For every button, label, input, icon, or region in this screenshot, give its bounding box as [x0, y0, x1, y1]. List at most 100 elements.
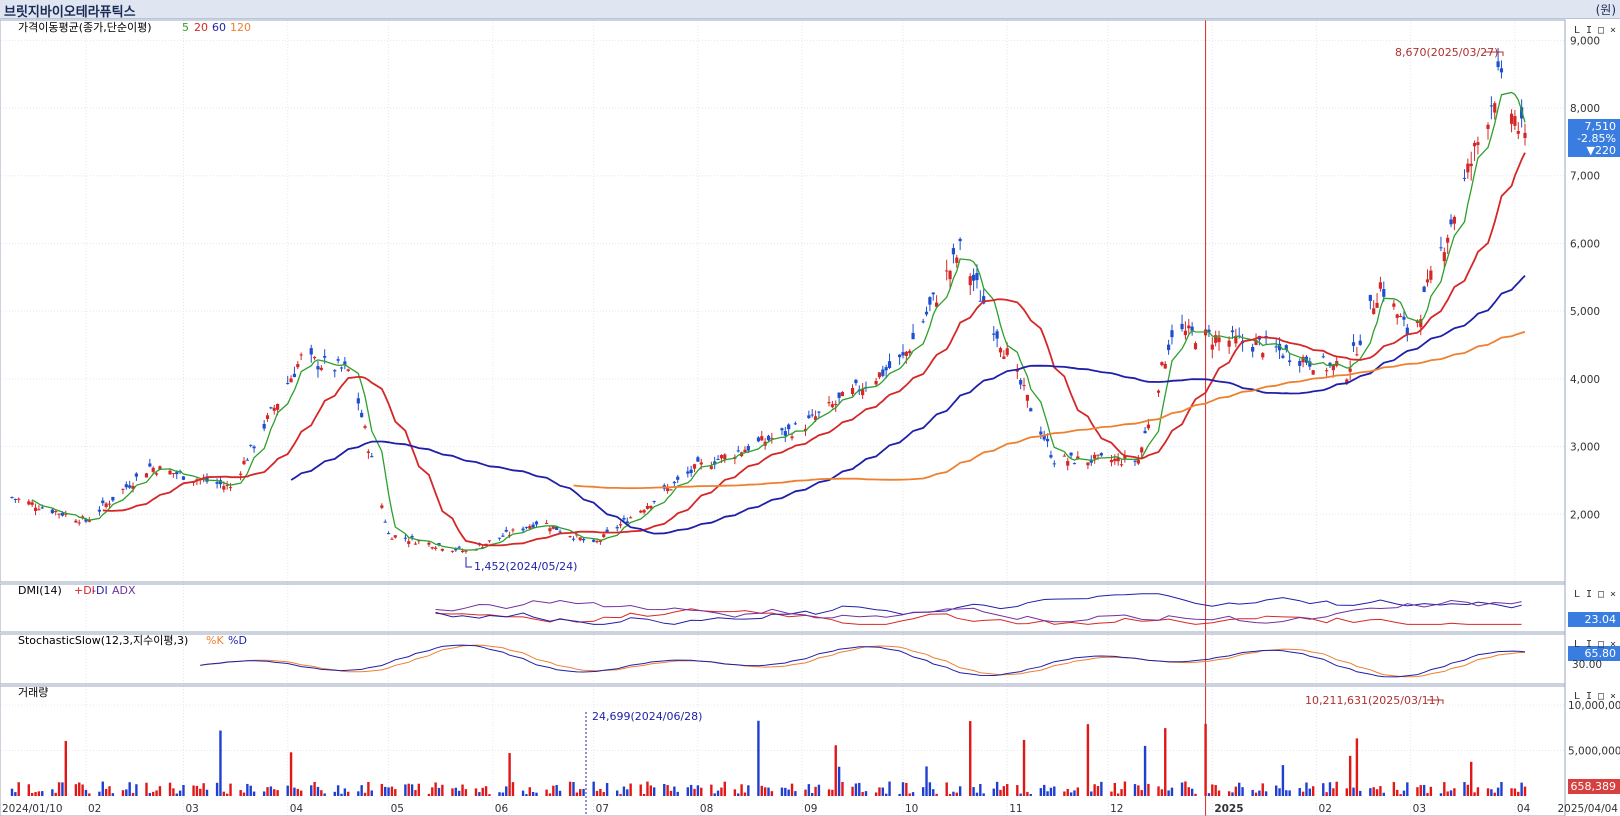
candle-body [1183, 330, 1188, 336]
panel-control-1[interactable]: I [1586, 25, 1592, 36]
volume-bar [1231, 792, 1234, 796]
candle-body [222, 486, 226, 490]
panel-control-0[interactable]: L [1574, 639, 1580, 650]
volume-bar [837, 766, 841, 796]
panel-control-3[interactable]: × [1610, 639, 1616, 650]
candle-body [1311, 370, 1315, 375]
candle-body [877, 372, 882, 378]
panel-control-1[interactable]: I [1586, 639, 1592, 650]
volume-bar [434, 782, 437, 796]
volume-min-annotation: 24,699(2024/06/28) [592, 710, 702, 723]
volume-bar [1288, 790, 1291, 796]
panel-control-0[interactable]: L [1574, 25, 1580, 36]
candle-body [440, 548, 444, 551]
candle-body [743, 449, 747, 453]
price-tick-label: 7,000 [1570, 171, 1600, 183]
candle-body [998, 348, 1003, 353]
candle-body [383, 521, 387, 523]
volume-bar [131, 792, 135, 796]
volume-bar [488, 794, 491, 796]
candle-body [618, 524, 623, 526]
volume-bar [51, 789, 54, 796]
volume-bar [464, 789, 468, 796]
volume-bar [363, 792, 367, 796]
candle-body [615, 527, 619, 529]
volume-bar [521, 790, 525, 796]
dmi-minus-legend: -DI [92, 584, 108, 597]
volume-bar [1264, 791, 1268, 796]
stock-chart[interactable]: 2,000 3,000 4,000 5,000 6,000 7,000 8,000 9,000… [0, 0, 1620, 816]
candle-body [124, 484, 128, 488]
volume-bar [81, 784, 84, 796]
candle-body [699, 462, 703, 465]
volume-bar [1392, 782, 1396, 796]
volume-bar [622, 786, 626, 796]
volume-bar [1116, 793, 1120, 796]
volume-bar [1328, 782, 1332, 796]
candle-body [393, 535, 397, 538]
candle-body [807, 415, 811, 419]
volume-bar [508, 753, 511, 796]
candle-body [1493, 103, 1497, 113]
candle-body [228, 487, 233, 489]
candle-body [457, 546, 461, 548]
candle-body [1049, 455, 1053, 458]
candle-body [272, 407, 276, 411]
candle-body [719, 455, 724, 459]
volume-bar [178, 790, 182, 796]
volume-bar [525, 794, 528, 796]
candle-body [346, 369, 350, 371]
candle-body [1227, 340, 1231, 347]
volume-bar [908, 793, 911, 796]
candle-body [978, 300, 982, 302]
volume-bar [1184, 781, 1187, 796]
panel-control-1[interactable]: I [1586, 691, 1592, 702]
candle-body [1446, 237, 1450, 243]
volume-bar [172, 788, 175, 796]
panel-control-0[interactable]: L [1574, 589, 1580, 600]
volume-bar [1234, 786, 1238, 796]
volume-bar [135, 784, 138, 796]
volume-bar [1419, 785, 1422, 796]
candle-body [1170, 330, 1174, 338]
candle-body [1355, 354, 1359, 356]
volume-bar [474, 788, 478, 796]
candle-body [948, 270, 952, 280]
candle-body [413, 543, 418, 545]
candle-body [1288, 360, 1292, 363]
candle-body [1029, 408, 1033, 412]
candle-body [645, 505, 650, 509]
volume-bar [1325, 792, 1328, 796]
candle-body [239, 473, 243, 475]
panel-control-2[interactable]: □ [1598, 589, 1604, 600]
volume-bar [864, 791, 868, 796]
price-tick-label: 5,000 [1570, 306, 1600, 318]
volume-bar [1446, 791, 1449, 796]
volume-bar [1332, 788, 1335, 796]
candle-body [746, 446, 750, 451]
volume-bar [484, 786, 488, 796]
dmi-panel-label: DMI(14) [18, 584, 62, 597]
volume-bar [713, 793, 716, 796]
volume-bar [905, 782, 908, 796]
volume-bar [1406, 782, 1409, 796]
candle-body [639, 510, 643, 513]
panel-control-2[interactable]: □ [1598, 639, 1604, 650]
panel-control-0[interactable]: L [1574, 691, 1580, 702]
panel-control-3[interactable]: × [1610, 691, 1616, 702]
candle-body [77, 522, 81, 524]
candle-body [971, 274, 976, 281]
panel-control-3[interactable]: × [1610, 25, 1616, 36]
candle-body [881, 369, 885, 376]
volume-bar [145, 782, 148, 796]
panel-control-2[interactable]: □ [1598, 691, 1604, 702]
volume-bar [592, 781, 595, 796]
panel-control-1[interactable]: I [1586, 589, 1592, 600]
volume-bar [273, 789, 276, 796]
volume-bar [1073, 790, 1076, 796]
panel-control-3[interactable]: × [1610, 589, 1616, 600]
candle-body [524, 526, 529, 528]
panel-control-2[interactable]: □ [1598, 25, 1604, 36]
volume-bar [1204, 723, 1207, 796]
candle-body [1163, 363, 1167, 369]
